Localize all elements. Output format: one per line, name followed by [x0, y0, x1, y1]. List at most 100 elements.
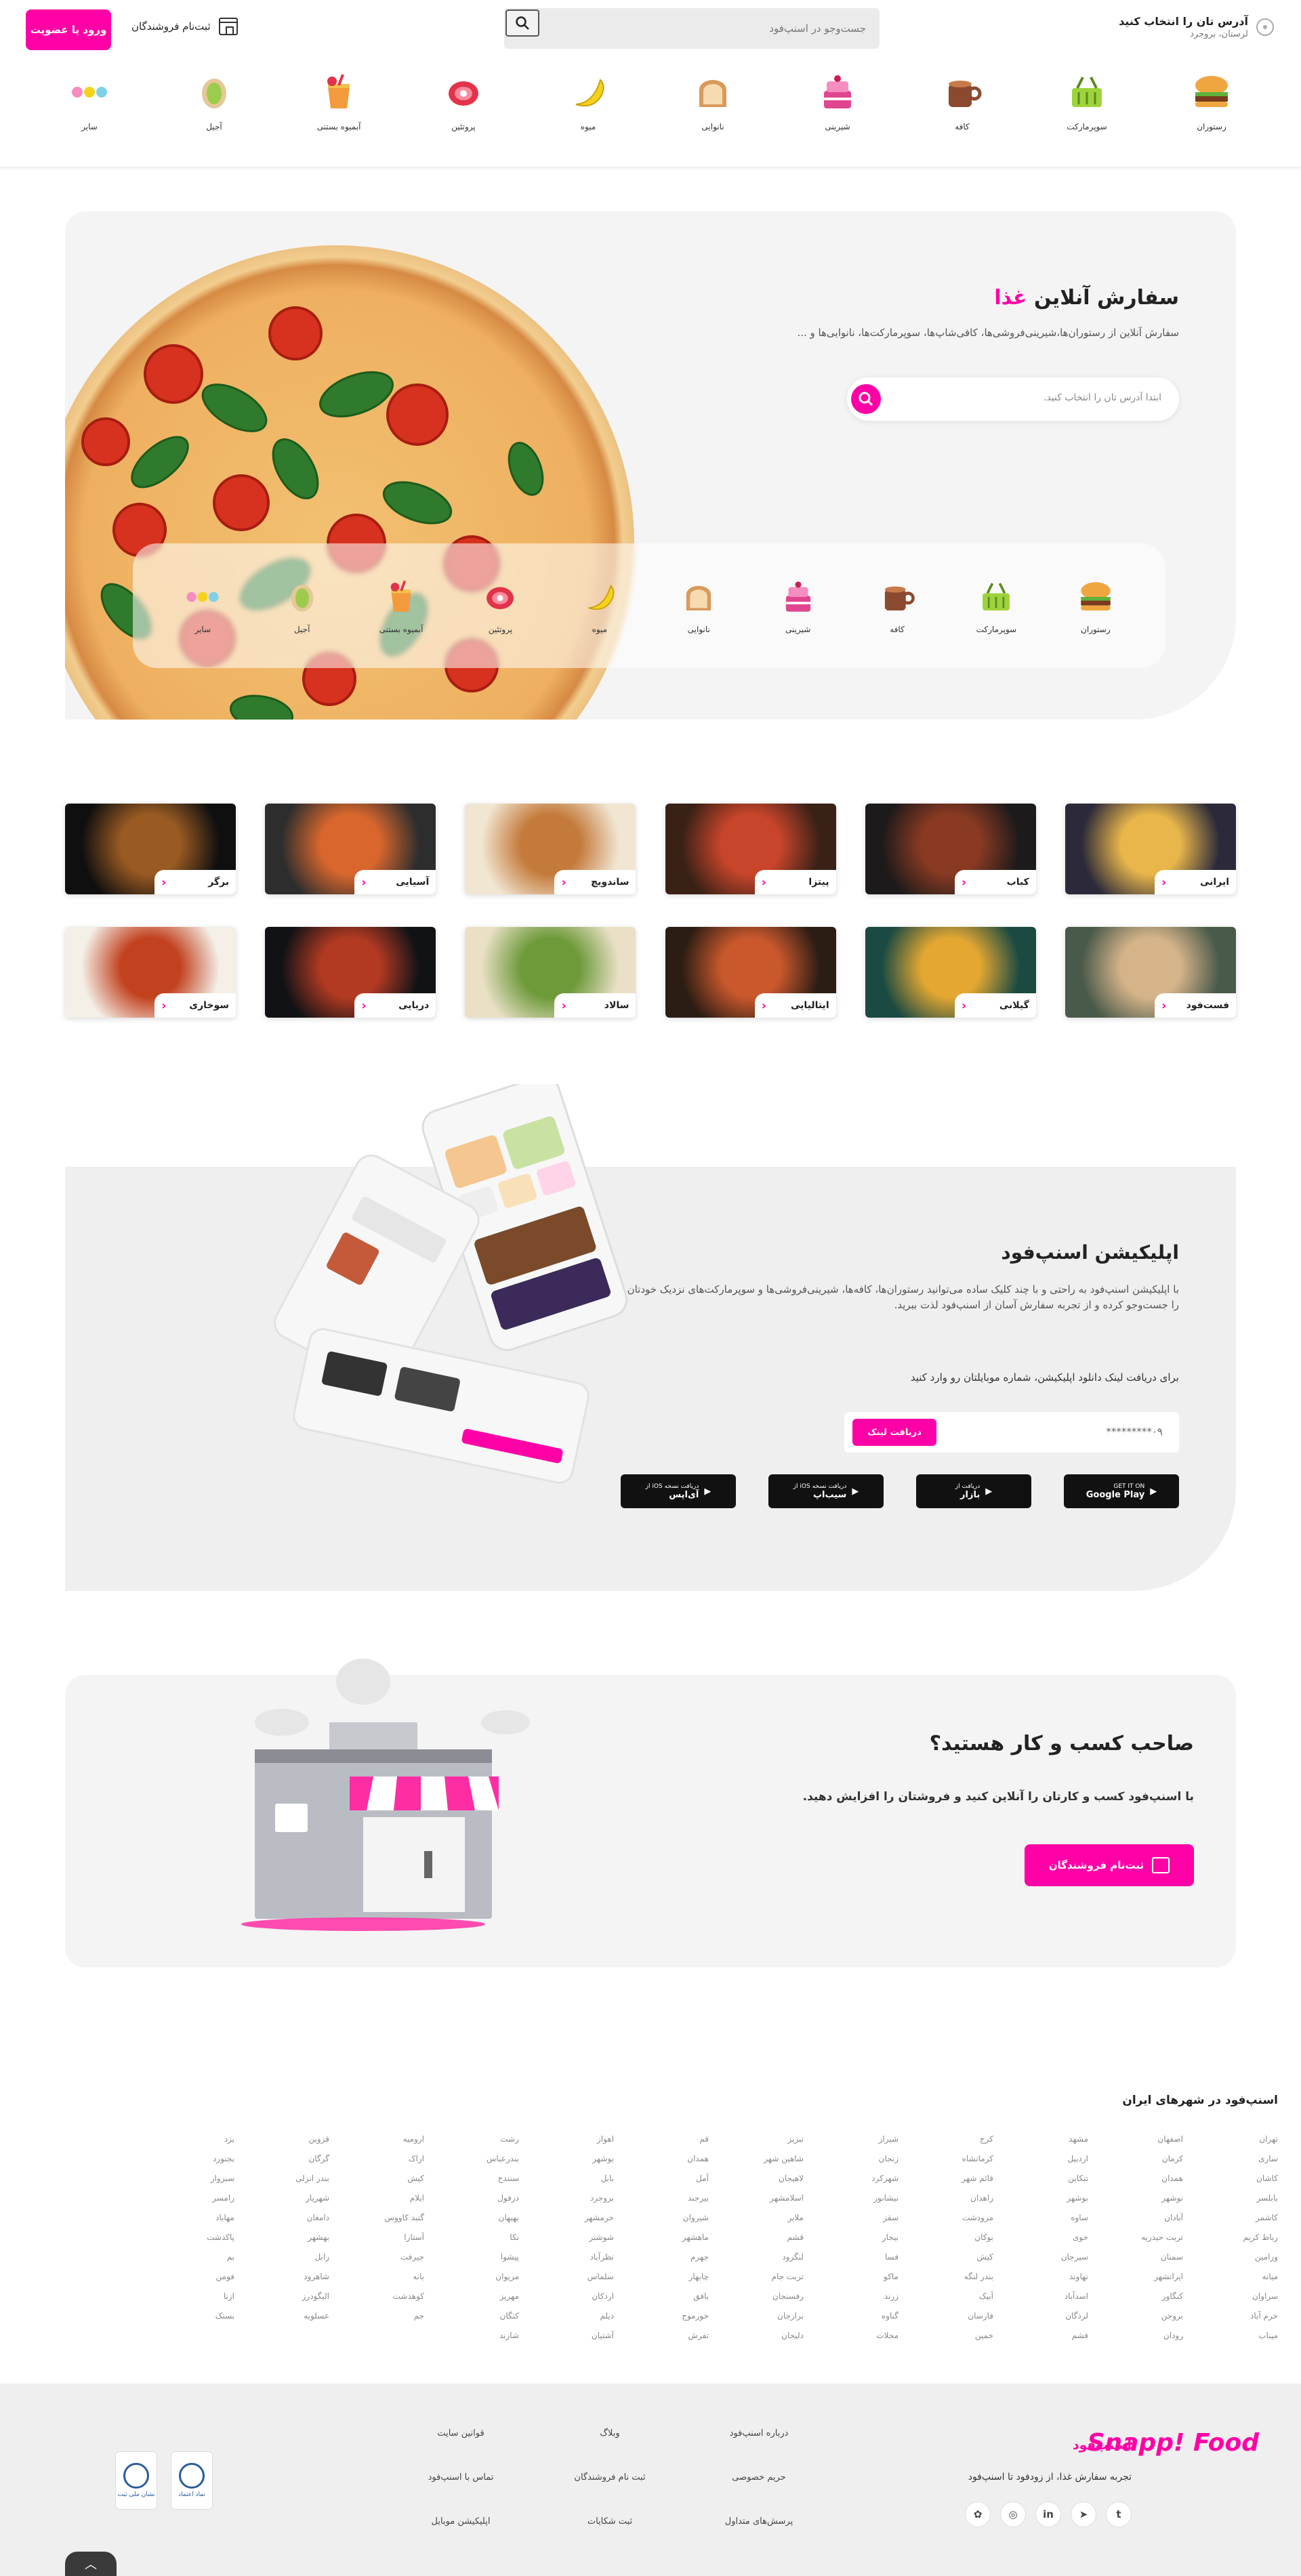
footer-link[interactable]: وبلاگ	[535, 2428, 684, 2438]
city-link[interactable]: ماکو	[804, 2272, 899, 2285]
city-link[interactable]: الیگودرز	[234, 2291, 329, 2304]
category-item[interactable]: رستوران	[1062, 577, 1130, 634]
cuisine-card[interactable]: گیلانی ‹	[865, 927, 1036, 1018]
store-badge[interactable]: ▶ دریافت نسخه iOS از سیب‌اپ	[768, 1474, 884, 1508]
city-link[interactable]: شیروان	[614, 2213, 709, 2226]
city-link[interactable]: بندر لنگه	[899, 2272, 993, 2285]
category-item[interactable]: پروتئین	[466, 577, 534, 634]
city-link[interactable]: اردبیل	[993, 2154, 1088, 2167]
city-link[interactable]: خرم آباد	[1183, 2311, 1278, 2324]
footer-link[interactable]: پرسش‌های متداول	[684, 2516, 833, 2527]
city-link[interactable]: تربت جام	[709, 2272, 804, 2285]
city-link[interactable]: آبادان	[1088, 2213, 1183, 2226]
city-link[interactable]: بستک	[140, 2311, 234, 2324]
city-link[interactable]: ارومیه	[329, 2134, 424, 2147]
city-link[interactable]: بیرجند	[614, 2193, 709, 2206]
city-link[interactable]: نیشابور	[804, 2193, 899, 2206]
city-link[interactable]: گرگان	[234, 2154, 329, 2167]
city-link[interactable]: مرودشت	[899, 2213, 993, 2226]
login-button[interactable]: ورود یا عضویت	[26, 9, 111, 50]
city-link[interactable]: خوی	[993, 2232, 1088, 2245]
city-link[interactable]: مهاباد	[140, 2213, 234, 2226]
city-link[interactable]: مهریز	[424, 2291, 519, 2304]
city-link[interactable]: زنجان	[804, 2154, 899, 2167]
city-link[interactable]: کرج	[899, 2134, 993, 2147]
city-link[interactable]: سمنان	[1088, 2252, 1183, 2265]
footer-link[interactable]: اپلیکیشن موبایل	[386, 2516, 535, 2527]
city-link[interactable]: یزد	[140, 2134, 234, 2147]
city-link[interactable]: سقز	[804, 2213, 899, 2226]
city-link[interactable]: بم	[140, 2252, 234, 2265]
city-link[interactable]: قم	[614, 2134, 709, 2147]
category-item[interactable]: آبمیوه بستنی	[305, 70, 373, 145]
city-link[interactable]: بندرعباس	[424, 2154, 519, 2167]
city-link[interactable]: اصفهان	[1088, 2134, 1183, 2147]
cuisine-card[interactable]: ایتالیایی ‹	[665, 927, 836, 1018]
city-link[interactable]: تبریز	[709, 2134, 804, 2147]
city-link[interactable]: زرند	[804, 2291, 899, 2304]
category-item[interactable]: آجیل	[268, 577, 336, 634]
category-item[interactable]: آبمیوه بستنی	[367, 577, 435, 634]
footer-link[interactable]: ثبت نام فروشندگان	[535, 2472, 684, 2482]
city-link[interactable]: لردگان	[993, 2311, 1088, 2324]
city-link[interactable]: قائم شهر	[899, 2174, 993, 2186]
telegram-icon[interactable]: ➤	[1071, 2501, 1096, 2527]
city-link[interactable]: اردکان	[519, 2291, 614, 2304]
city-link[interactable]: میانه	[1183, 2272, 1278, 2285]
city-link[interactable]: کرمان	[1088, 2154, 1183, 2167]
city-link[interactable]: گناوه	[804, 2311, 899, 2324]
city-link[interactable]: شاهرود	[234, 2272, 329, 2285]
cuisine-card[interactable]: ایرانی ‹	[1065, 804, 1236, 894]
aparat-icon[interactable]: ✿	[965, 2501, 991, 2527]
city-link[interactable]: ایرانشهر	[1088, 2272, 1183, 2285]
city-link[interactable]: همدان	[1088, 2174, 1183, 2186]
city-link[interactable]: سلماس	[519, 2272, 614, 2285]
city-link[interactable]: فارسان	[899, 2311, 993, 2324]
city-link[interactable]: بابل	[519, 2174, 614, 2186]
samandehi-badge[interactable]: نشان ملی ثبت	[115, 2451, 157, 2510]
city-link[interactable]: دزفول	[424, 2193, 519, 2206]
city-link[interactable]: کنگان	[424, 2311, 519, 2324]
city-link[interactable]: ایلام	[329, 2193, 424, 2206]
city-link[interactable]: شیراز	[804, 2134, 899, 2147]
city-link[interactable]: خرمشهر	[519, 2213, 614, 2226]
category-item[interactable]: نانوایی	[665, 577, 732, 634]
city-link[interactable]: خورموج	[614, 2311, 709, 2324]
city-link[interactable]: بهبهان	[424, 2213, 520, 2226]
city-link[interactable]: همدان	[614, 2154, 709, 2167]
city-link[interactable]: فومن	[140, 2272, 235, 2285]
category-item[interactable]: میوه	[554, 70, 622, 145]
city-link[interactable]: آبیک	[899, 2291, 993, 2304]
footer-link[interactable]: تماس با اسنپ‌فود	[386, 2472, 535, 2482]
city-link[interactable]: پاکدشت	[140, 2232, 234, 2245]
city-link[interactable]: جیرفت	[329, 2252, 424, 2265]
city-link[interactable]: چابهار	[614, 2272, 709, 2285]
store-badge[interactable]: ▶ GET IT ON Google Play	[1064, 1474, 1179, 1508]
city-link[interactable]: کیش	[329, 2174, 424, 2186]
category-item[interactable]: سوپرمارکت	[962, 577, 1030, 634]
city-link[interactable]: سراوان	[1183, 2291, 1278, 2304]
city-link[interactable]: دامغان	[234, 2213, 329, 2226]
city-link[interactable]: نکا	[424, 2232, 519, 2245]
category-item[interactable]: شیرینی	[804, 70, 871, 145]
category-item[interactable]: نانوایی	[679, 70, 747, 145]
city-link[interactable]: کیش	[899, 2252, 993, 2265]
city-link[interactable]: شازند	[424, 2331, 519, 2344]
city-link[interactable]: قشم	[709, 2232, 804, 2245]
city-link[interactable]: فسا	[804, 2252, 899, 2265]
search-input[interactable]	[568, 18, 866, 39]
cuisine-card[interactable]: دریایی ‹	[265, 927, 436, 1018]
vendor-register-link[interactable]: ثبت‌نام فروشندگان	[131, 18, 238, 35]
city-link[interactable]: ملایر	[709, 2213, 804, 2226]
category-item[interactable]: شیرینی	[764, 577, 832, 634]
city-link[interactable]: شوشتر	[519, 2232, 614, 2245]
category-item[interactable]: سوپرمارکت	[1053, 70, 1121, 145]
cuisine-card[interactable]: فست‌فود ‹	[1065, 927, 1236, 1018]
cuisine-card[interactable]: برگر ‹	[65, 804, 236, 894]
linkedin-icon[interactable]: in	[1035, 2501, 1061, 2527]
phone-input[interactable]: ۰۹********* دریافت لینک	[844, 1412, 1179, 1453]
city-link[interactable]: رباط کریم	[1183, 2232, 1278, 2245]
city-link[interactable]: رفسنجان	[709, 2291, 804, 2304]
search-button[interactable]	[505, 9, 539, 37]
footer-link[interactable]: ثبت شکایات	[535, 2516, 684, 2527]
